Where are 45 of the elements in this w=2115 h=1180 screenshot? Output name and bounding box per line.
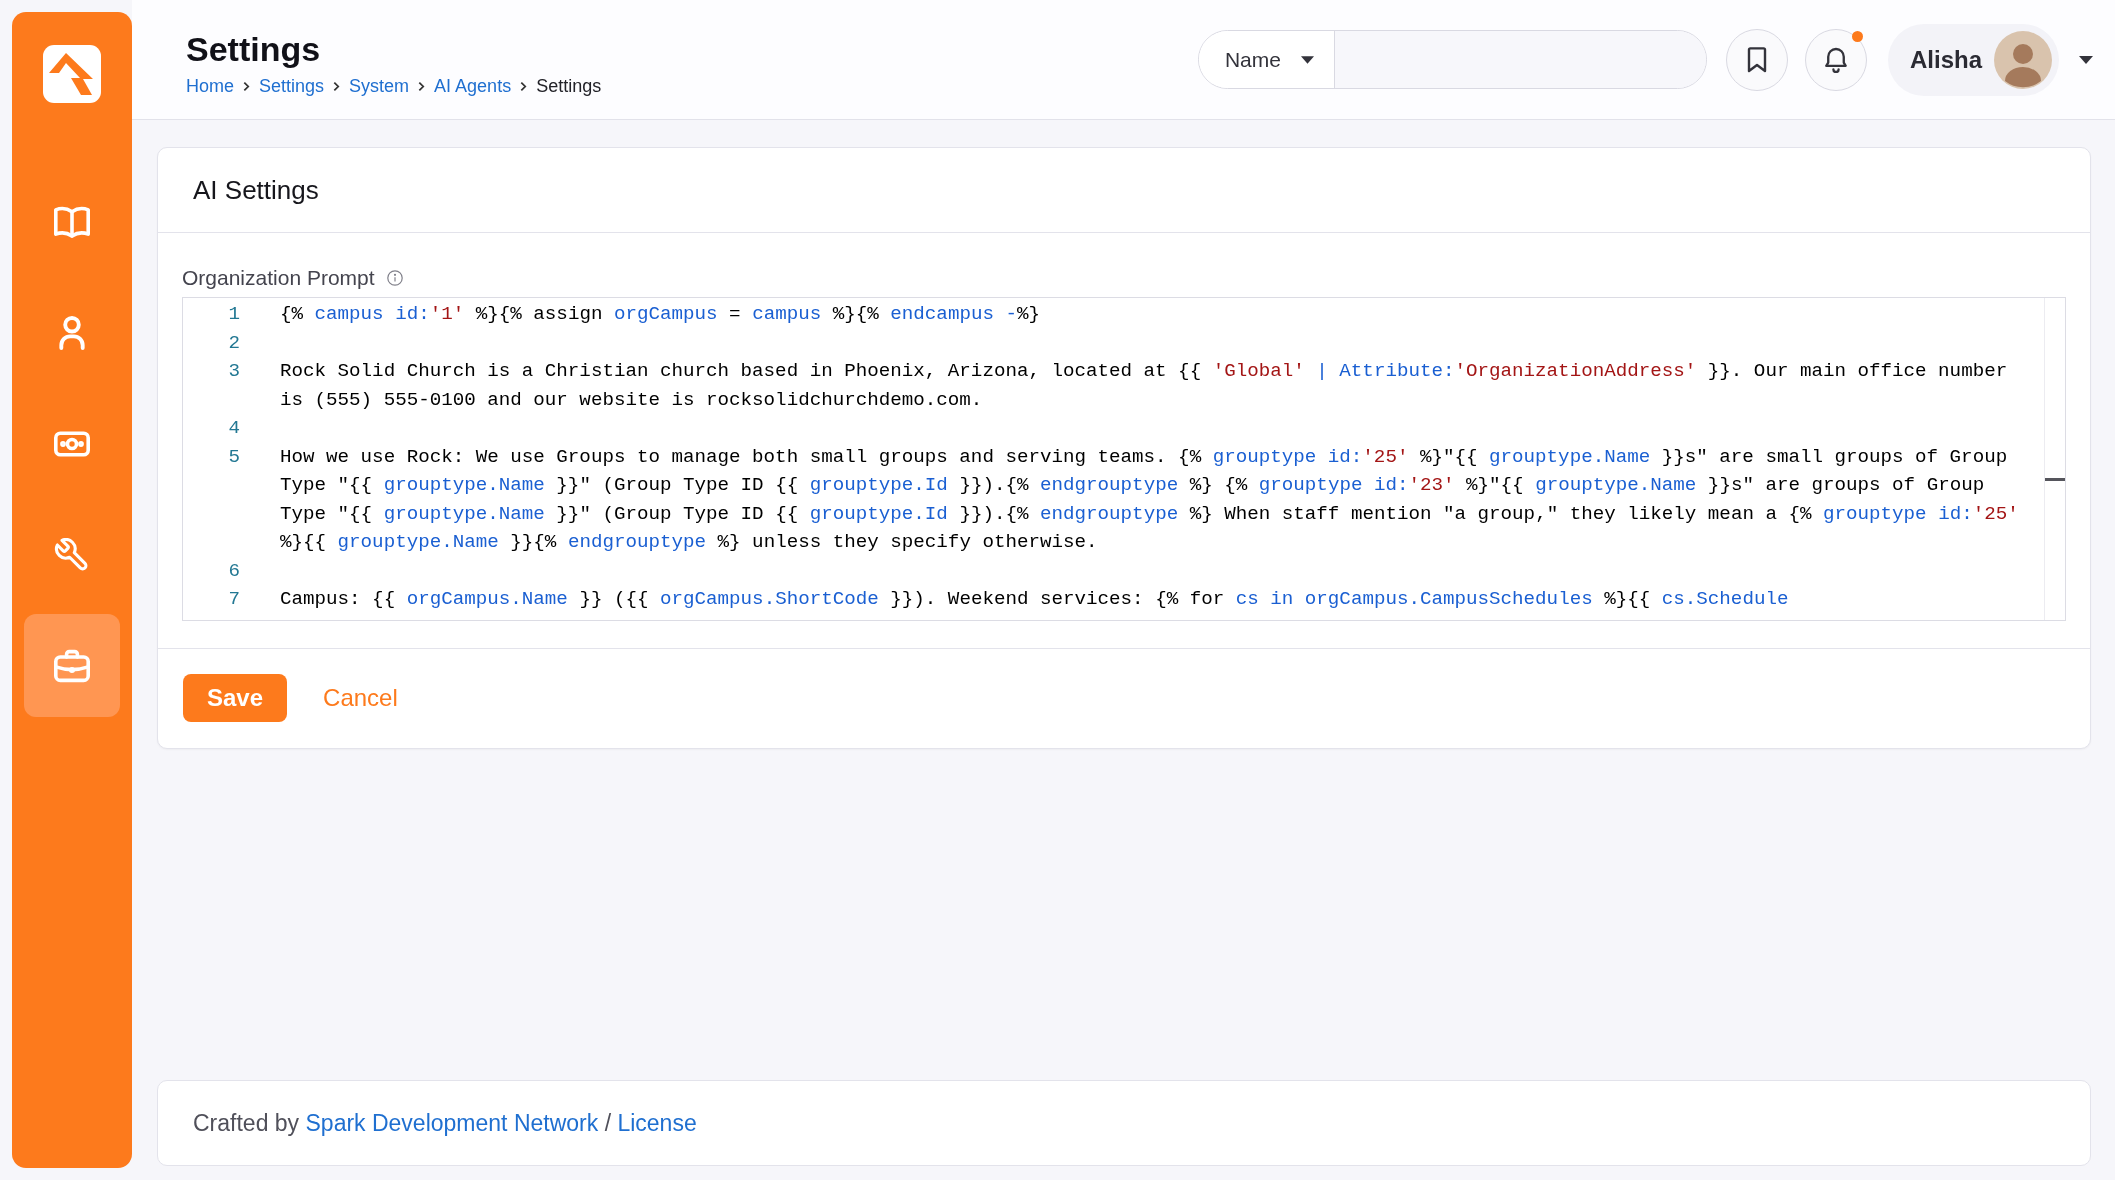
- line-number: 6: [228, 559, 240, 582]
- filter-dropdown[interactable]: Name: [1198, 31, 1335, 88]
- code-line: {% campus id:'1' %}{% assign orgCampus = campus %}{% endcampus -%}: [280, 302, 1041, 327]
- breadcrumb-current: Settings: [536, 75, 602, 98]
- footer-link[interactable]: License: [617, 1109, 697, 1136]
- line-number: 7: [228, 588, 240, 610]
- page-title: Settings: [186, 29, 322, 70]
- save-button[interactable]: Save: [183, 673, 288, 722]
- line-number: 2: [228, 331, 240, 354]
- line-number: 3: [228, 360, 240, 382]
- wrench-icon: [54, 537, 90, 572]
- field-label: Organization Prompt: [182, 265, 375, 291]
- card-title: AI Settings: [193, 174, 319, 206]
- chevron-right-icon: [520, 80, 528, 92]
- info-icon[interactable]: [386, 270, 403, 286]
- cancel-button[interactable]: Cancel: [323, 673, 398, 722]
- code-line: How we use Rock: We use Groups to manage both small groups and serving teams. {% grouptype id:'25' %}"{{ grouptype.Name }}s" are small groups of Group Type "{{ grouptype.Name }}" (Group Type ID {{ grouptype.Id }}).{% endgrouptype %} {% grouptype id:'23' %}"{{ grouptype.Name }}s" are groups of Group Type "{{ grouptype.Name }}" (Group Type ID {{ grouptype.Id }}).{% endgrouptype %} When staff mention "a group," they likely mean a {% grouptype id:'25' %}{{ grouptype.Name }}{% endgrouptype %} unless they specify otherwise.: [280, 444, 2020, 555]
- logo-icon[interactable]: [43, 45, 101, 103]
- code-line: Campus: {{ orgCampus.Name }} ({{ orgCampus.ShortCode }}). Weekend services: {% for cs in orgCampus.CampusSchedules %}{{ cs.Schedule: [280, 587, 1790, 612]
- breadcrumb-link[interactable]: Settings: [259, 74, 325, 98]
- code-line: Rock Solid Church is a Christian church based in Phoenix, Arizona, located at {{ 'Global' | Attribute:'OrganizationAddress' }}. Our main office number is (555) 555-0100 and our website is rocksolidchurchdemo.com.: [280, 359, 2009, 413]
- user-menu[interactable]: Alisha: [1887, 23, 2059, 96]
- sidebar-item[interactable]: [24, 614, 120, 717]
- chevron-right-icon: [333, 80, 341, 92]
- breadcrumb-link[interactable]: Home: [186, 74, 234, 98]
- code-editor[interactable]: [182, 297, 2066, 621]
- caret-icon[interactable]: [2079, 55, 2093, 64]
- footer-credit: Crafted by Spark Development Network / License: [193, 1109, 697, 1137]
- briefcase-icon: [54, 648, 90, 683]
- chevron-right-icon: [243, 80, 250, 92]
- breadcrumb-link[interactable]: AI Agents: [434, 74, 512, 98]
- line-number: 5: [228, 445, 240, 468]
- chevron-right-icon: [418, 80, 426, 92]
- scrollbar-track[interactable]: [2044, 298, 2065, 620]
- line-number: 4: [228, 417, 240, 439]
- search-field[interactable]: [1334, 31, 1706, 88]
- footer-link[interactable]: Spark Development Network: [305, 1109, 599, 1136]
- line-number: 1: [228, 303, 240, 325]
- scrollbar-thumb[interactable]: [2045, 478, 2065, 481]
- bookmark-icon: [1745, 46, 1768, 73]
- bell-icon: [1824, 46, 1847, 73]
- avatar: [1994, 30, 2052, 89]
- breadcrumb-link[interactable]: System: [349, 74, 410, 98]
- caret-icon: [1301, 55, 1314, 64]
- book-icon: [54, 204, 90, 239]
